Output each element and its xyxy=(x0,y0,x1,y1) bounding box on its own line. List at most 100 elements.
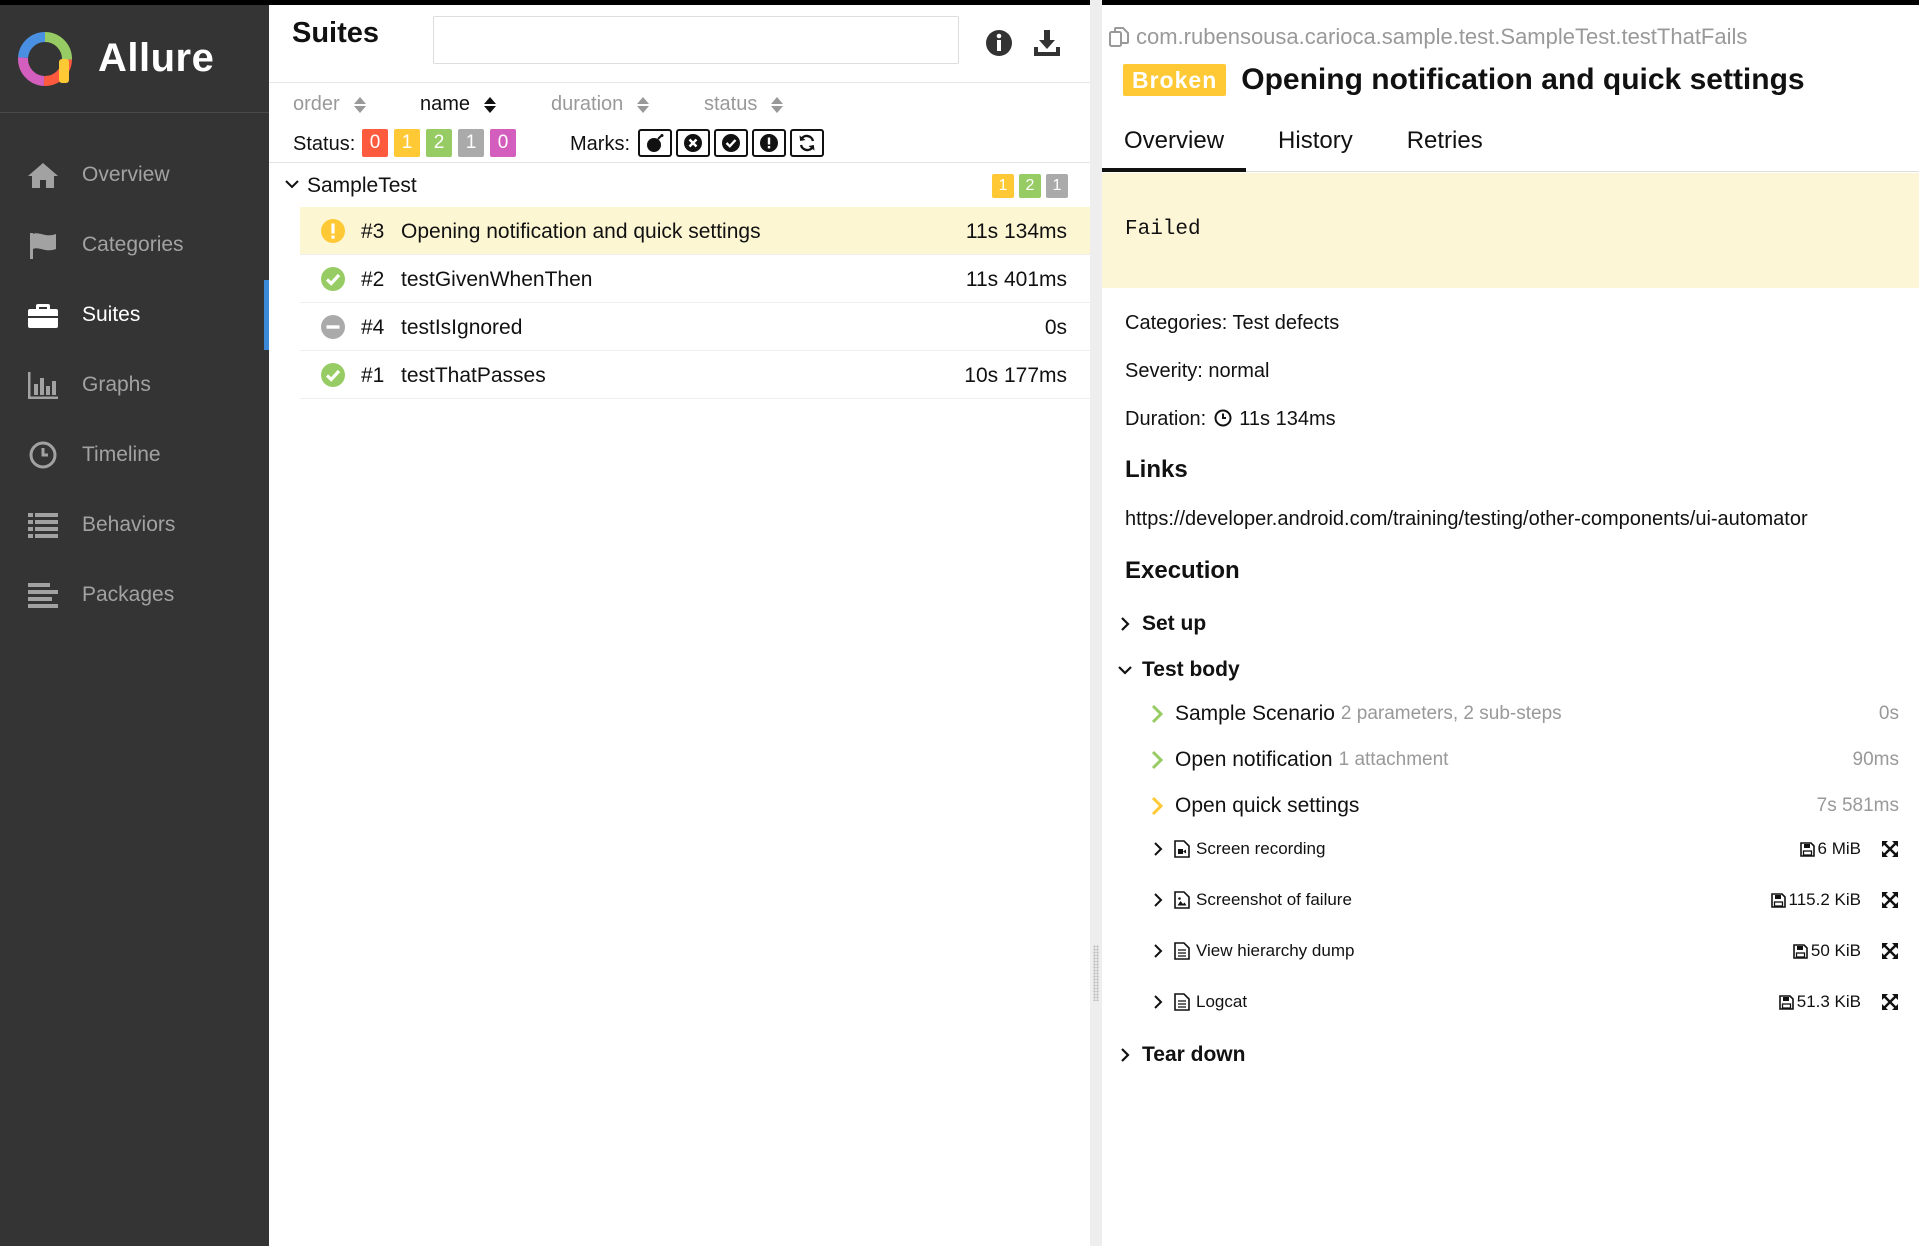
marks-filter xyxy=(638,129,828,157)
attachment-row[interactable]: View hierarchy dump 50 KiB xyxy=(1149,934,1899,968)
status-filter-broken[interactable]: 1 xyxy=(394,129,420,157)
attachment-size: 6 MiB xyxy=(1799,839,1861,859)
sidebar-item-label: Timeline xyxy=(82,443,161,466)
sort-by-name[interactable]: name xyxy=(420,93,497,116)
home-icon xyxy=(26,160,60,190)
sidebar-item-suites[interactable]: Suites xyxy=(0,280,269,350)
tab-overview[interactable]: Overview xyxy=(1102,117,1247,172)
test-name: Opening notification and quick settings xyxy=(401,220,761,243)
mark-flaky-toggle[interactable] xyxy=(638,129,672,157)
step-chevron-icon xyxy=(1151,796,1164,816)
setup-section[interactable]: Set up xyxy=(1118,612,1206,636)
sidebar-item-label: Overview xyxy=(82,163,170,186)
status-message: Failed xyxy=(1125,218,1201,241)
align-left-icon xyxy=(26,580,60,610)
sort-icon xyxy=(637,96,650,113)
severity-text: Severity: normal xyxy=(1125,360,1270,382)
mark-retries-toggle[interactable] xyxy=(790,129,824,157)
sidebar-item-timeline[interactable]: Timeline xyxy=(0,420,269,490)
step-info: 2 parameters, 2 sub-steps xyxy=(1340,703,1562,724)
test-row[interactable]: #1 testThatPasses 10s 177ms xyxy=(300,351,1090,399)
test-body-label: Test body xyxy=(1142,658,1240,681)
brand[interactable]: Allure xyxy=(0,5,269,113)
test-name: testIsIgnored xyxy=(401,316,523,339)
test-title: Opening notification and quick settings xyxy=(1241,63,1805,96)
pane-splitter[interactable] xyxy=(1090,0,1102,1246)
attachment-row[interactable]: Screenshot of failure 115.2 KiB xyxy=(1149,883,1899,917)
mark-new-passed-toggle[interactable] xyxy=(714,129,748,157)
expand-icon[interactable] xyxy=(1881,993,1899,1011)
status-filter-unknown[interactable]: 0 xyxy=(490,129,516,157)
sidebar: Allure Overview Categories Suites Graphs xyxy=(0,0,269,1246)
times-circle-icon xyxy=(684,134,702,152)
teardown-section[interactable]: Tear down xyxy=(1118,1043,1245,1067)
chevron-right-icon xyxy=(1154,944,1163,958)
expand-icon[interactable] xyxy=(1881,942,1899,960)
clock-icon xyxy=(26,440,60,470)
save-icon xyxy=(1793,943,1808,959)
test-duration: 11s 134ms xyxy=(965,220,1067,243)
step-chevron-icon xyxy=(1151,704,1164,724)
sort-by-status[interactable]: status xyxy=(704,93,784,116)
sidebar-item-label: Behaviors xyxy=(82,513,176,536)
exclamation-circle-icon xyxy=(760,134,778,152)
chevron-down-icon xyxy=(1118,666,1132,675)
download-button[interactable] xyxy=(1029,25,1065,61)
check-circle-icon xyxy=(722,134,740,152)
attachment-size-text: 115.2 KiB xyxy=(1788,890,1861,909)
sort-icon xyxy=(771,96,784,113)
expand-icon[interactable] xyxy=(1881,891,1899,909)
sidebar-item-behaviors[interactable]: Behaviors xyxy=(0,490,269,560)
bomb-icon xyxy=(647,134,664,152)
refresh-icon xyxy=(799,134,815,152)
copy-icon[interactable] xyxy=(1108,26,1130,48)
search-input[interactable] xyxy=(433,16,959,64)
expand-icon[interactable] xyxy=(1881,840,1899,858)
tab-history[interactable]: History xyxy=(1256,117,1375,172)
tree-group-sampletest[interactable]: SampleTest 1 2 1 xyxy=(269,163,1090,207)
sort-by-duration[interactable]: duration xyxy=(551,93,650,116)
attachment-row[interactable]: Screen recording 6 MiB xyxy=(1149,832,1899,866)
sidebar-item-overview[interactable]: Overview xyxy=(0,140,269,210)
sort-by-order[interactable]: order xyxy=(293,93,366,116)
sidebar-item-categories[interactable]: Categories xyxy=(0,210,269,280)
suites-header: Suites xyxy=(269,5,1090,83)
status-filter-label: Status: xyxy=(293,133,356,155)
sidebar-item-graphs[interactable]: Graphs xyxy=(0,350,269,420)
sidebar-item-packages[interactable]: Packages xyxy=(0,560,269,630)
step-chevron-icon xyxy=(1151,750,1164,770)
splitter-grip-icon xyxy=(1093,945,1099,1001)
test-body-section[interactable]: Test body xyxy=(1118,658,1240,682)
status-filter-failed[interactable]: 0 xyxy=(362,129,388,157)
attachment-size-text: 51.3 KiB xyxy=(1796,992,1861,1011)
page-title: Suites xyxy=(292,17,380,49)
test-row[interactable]: #3 Opening notification and quick settin… xyxy=(300,207,1090,255)
links-heading: Links xyxy=(1125,456,1188,483)
mark-new-broken-toggle[interactable] xyxy=(752,129,786,157)
step-duration: 90ms xyxy=(1852,749,1899,770)
duration-value: 11s 134ms xyxy=(1239,408,1336,430)
sidebar-item-label: Suites xyxy=(82,303,141,326)
tab-retries[interactable]: Retries xyxy=(1385,117,1505,172)
status-filter-skipped[interactable]: 1 xyxy=(458,129,484,157)
step-row[interactable]: Open notification 1 attachment 90ms xyxy=(1149,741,1899,779)
save-icon xyxy=(1799,841,1815,857)
status-filter-passed[interactable]: 2 xyxy=(426,129,452,157)
mark-new-failed-toggle[interactable] xyxy=(676,129,710,157)
broken-status-icon xyxy=(321,219,345,243)
test-row[interactable]: #2 testGivenWhenThen 11s 401ms xyxy=(300,255,1090,303)
save-icon xyxy=(1770,892,1786,908)
categories-text: Categories: Test defects xyxy=(1125,312,1340,334)
step-name: Open notification xyxy=(1175,748,1333,771)
step-row[interactable]: Sample Scenario 2 parameters, 2 sub-step… xyxy=(1149,695,1899,733)
info-button[interactable] xyxy=(981,25,1017,61)
sort-bar: order name duration status xyxy=(269,83,1090,123)
test-order: #2 xyxy=(361,268,385,291)
step-row[interactable]: Open quick settings 7s 581ms xyxy=(1149,787,1899,825)
test-link[interactable]: https://developer.android.com/training/t… xyxy=(1125,508,1808,531)
chevron-right-icon xyxy=(1121,1048,1130,1062)
attachment-row[interactable]: Logcat 51.3 KiB xyxy=(1149,985,1899,1019)
test-row[interactable]: #4 testIsIgnored 0s xyxy=(300,303,1090,351)
allure-logo xyxy=(18,31,72,86)
sidebar-item-label: Categories xyxy=(82,233,184,256)
